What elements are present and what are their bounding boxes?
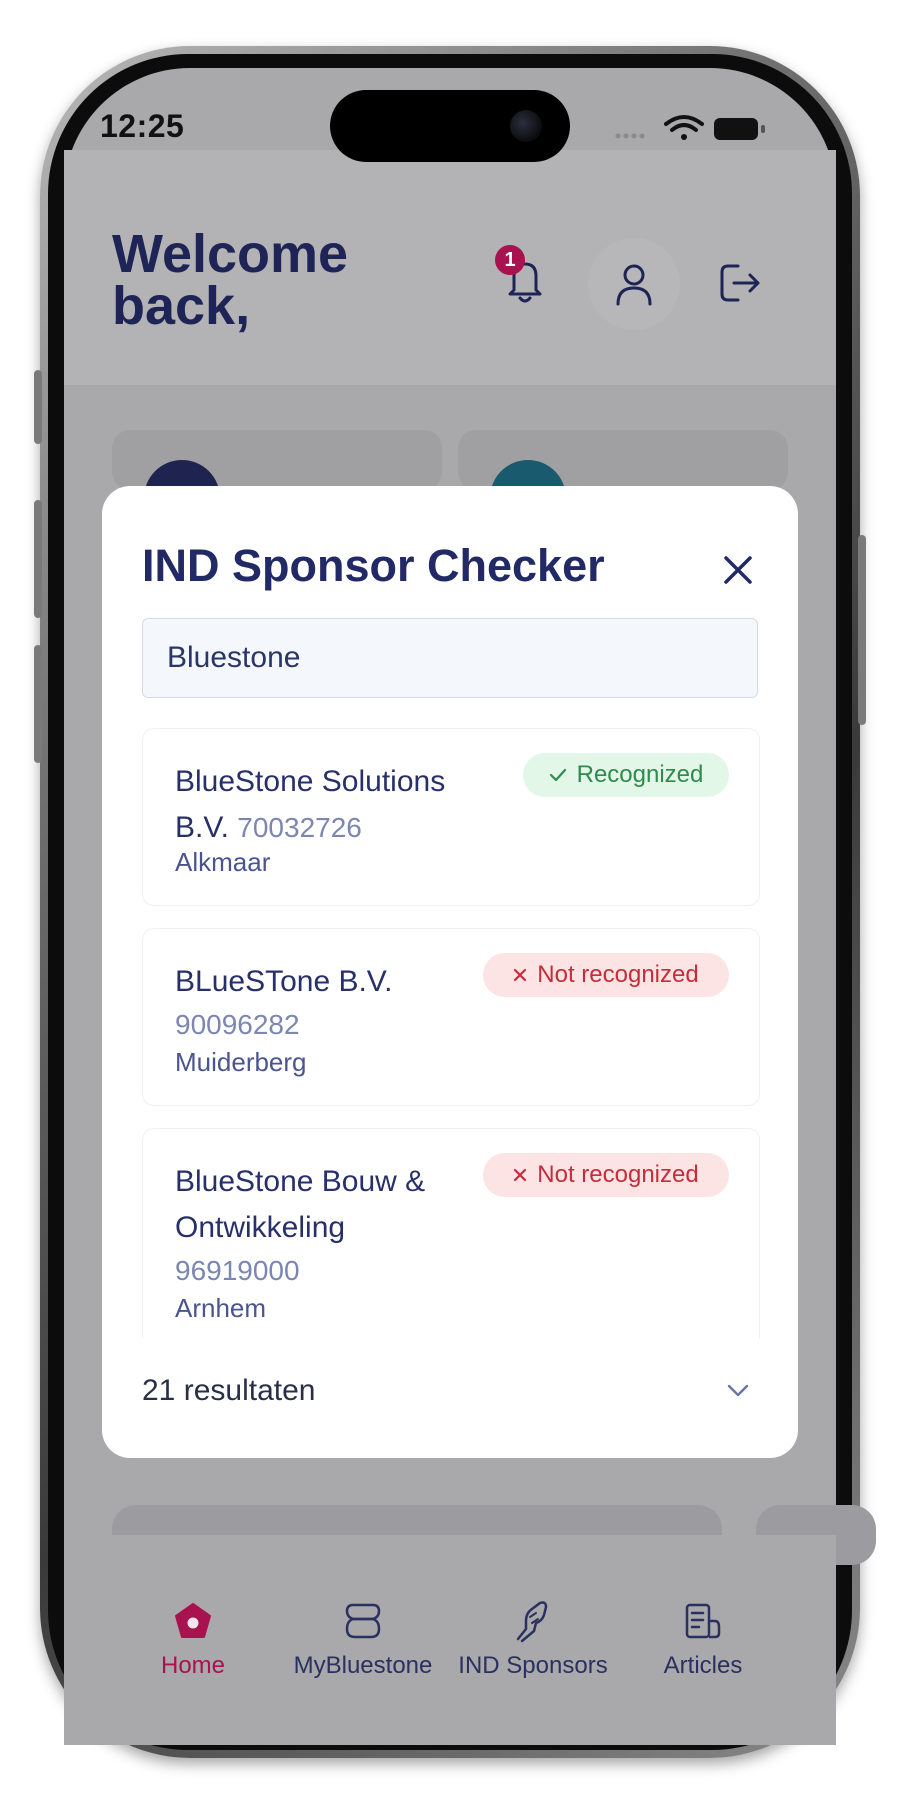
tab-articles[interactable]: Articles — [608, 1598, 798, 1688]
logout-icon[interactable] — [718, 260, 764, 306]
user-icon — [616, 264, 652, 306]
sponsor-icon — [516, 1601, 548, 1643]
battery-icon — [714, 118, 765, 140]
home-icon — [175, 1603, 211, 1638]
results-count: 21 resultaten — [142, 1374, 316, 1407]
volume-down-button — [34, 645, 42, 763]
status-badge: Recognized — [523, 753, 729, 797]
company-name: BlueStone Solutions B.V. 70032726 — [175, 759, 485, 851]
company-name: BLueSTone B.V. — [175, 965, 393, 998]
company-name: BlueStone Bouw & Ontwikkeling — [175, 1165, 426, 1244]
status-badge: Not recognized — [483, 1153, 729, 1197]
status-badge-label: Not recognized — [537, 961, 699, 988]
company-city: Arnhem — [175, 1293, 267, 1323]
check-icon — [549, 768, 566, 782]
cellular-signal-icon — [615, 133, 645, 139]
result-card[interactable]: BLueSTone B.V. 90096282 Muiderberg Not r… — [142, 928, 760, 1106]
results-list[interactable]: BlueStone Solutions B.V. 70032726 Alkmaa… — [142, 728, 760, 1338]
x-icon — [514, 968, 527, 982]
tab-ind-sponsors-label: IND Sponsors — [458, 1652, 608, 1679]
profile-button[interactable] — [588, 238, 680, 330]
notification-badge: 1 — [495, 245, 525, 275]
tab-ind-sponsors[interactable]: IND Sponsors — [438, 1598, 628, 1688]
search-field[interactable] — [142, 618, 758, 698]
wifi-icon — [664, 115, 704, 140]
tab-articles-label: Articles — [663, 1652, 743, 1679]
result-card[interactable]: BlueStone Solutions B.V. 70032726 Alkmaa… — [142, 728, 760, 906]
search-input[interactable] — [167, 641, 733, 675]
status-badge: Not recognized — [483, 953, 729, 997]
power-button — [858, 535, 866, 725]
action-button — [34, 370, 42, 444]
articles-icon — [685, 1603, 721, 1639]
tab-mybluestone-label: MyBluestone — [293, 1652, 433, 1679]
results-footer: 21 resultaten — [142, 1366, 758, 1416]
welcome-heading: Welcome back, — [112, 224, 349, 336]
company-city: Alkmaar — [175, 847, 271, 877]
tab-mybluestone[interactable]: MyBluestone — [268, 1598, 458, 1688]
tab-home[interactable]: Home — [98, 1598, 288, 1688]
sponsor-checker-modal: IND Sponsor Checker BlueStone Solutions … — [102, 486, 798, 1458]
status-badge-label: Recognized — [576, 761, 704, 788]
close-icon — [724, 556, 752, 584]
modal-title: IND Sponsor Checker — [142, 540, 605, 591]
close-button[interactable] — [714, 546, 762, 594]
status-time: 12:25 — [100, 108, 185, 144]
x-icon — [514, 1168, 527, 1182]
result-card[interactable]: BlueStone Bouw & Ontwikkeling 96919000 A… — [142, 1128, 760, 1338]
status-badge-label: Not recognized — [537, 1161, 699, 1188]
camera-icon — [510, 110, 542, 142]
kvk-number: 90096282 — [175, 1009, 300, 1040]
expand-results-button[interactable] — [718, 1371, 758, 1411]
status-icons — [615, 115, 765, 140]
kvk-number: 96919000 — [175, 1255, 300, 1286]
dynamic-island — [330, 90, 570, 162]
tab-home-label: Home — [160, 1652, 226, 1679]
company-city: Muiderberg — [175, 1047, 307, 1077]
bluestone-logo-icon — [345, 1603, 381, 1639]
volume-up-button — [34, 500, 42, 618]
kvk-number: 70032726 — [237, 812, 362, 843]
chevron-down-icon — [727, 1384, 749, 1397]
